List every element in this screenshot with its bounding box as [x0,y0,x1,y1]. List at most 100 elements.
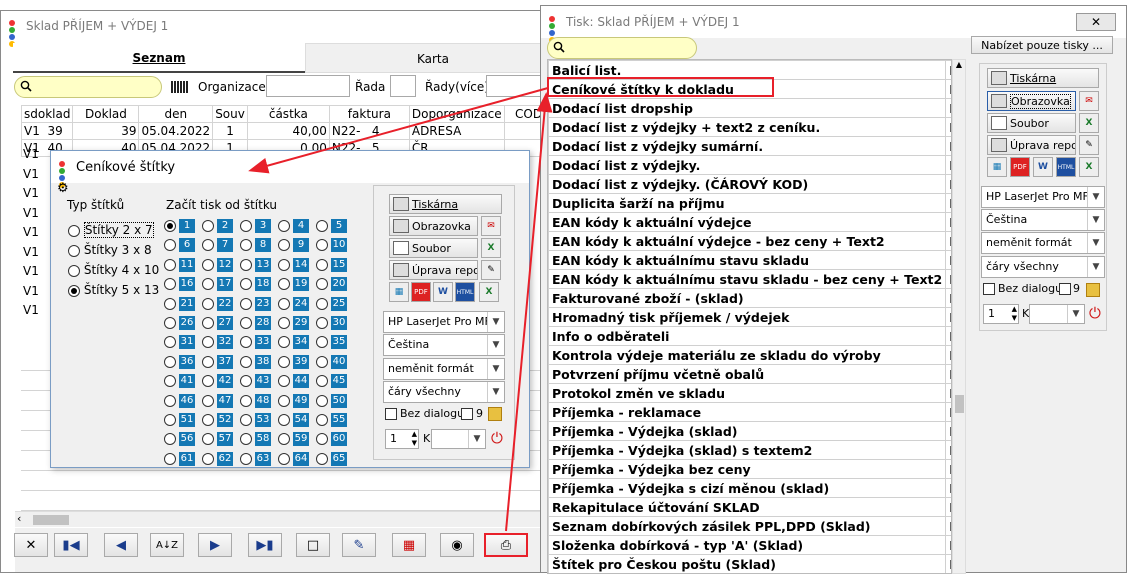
close-window-button[interactable]: ✕ [1076,13,1116,31]
report-row[interactable]: Příjemka - Výdejka bez cenyPVSKLA [548,459,951,479]
sort-button[interactable]: A↓Z [150,533,184,557]
label-cell[interactable]: 4 [278,217,316,236]
xls-export-icon[interactable]: X [1079,157,1099,177]
label-cell[interactable]: 26 [164,314,202,333]
report-row[interactable]: Fakturované zboží - (sklad)PVSKLA [548,288,951,308]
spinner-icon[interactable]: ▲ ▼ [1012,305,1017,323]
label-cell[interactable]: 10 [316,236,354,255]
label-cell[interactable]: 36 [164,353,202,372]
last-record-button[interactable]: ▶▮ [248,533,282,557]
labels-screen-button[interactable]: Obrazovka [389,216,478,236]
excel-icon[interactable]: X [481,238,501,258]
report-row[interactable]: Dodací list z výdejky sumární.PVSKLA [548,136,951,156]
report-designer-icon[interactable]: ✎ [1079,135,1099,155]
label-cell[interactable]: 18 [240,275,278,294]
type-option-2x7[interactable]: Štítky 2 x 7 [68,220,159,240]
label-cell[interactable]: 27 [202,314,240,333]
label-cell[interactable]: 64 [278,450,316,469]
label-cell[interactable]: 40 [316,353,354,372]
label-cell[interactable]: 45 [316,372,354,391]
scroll-thumb[interactable] [955,395,964,413]
labels-edit-report-button[interactable]: Úprava repor [389,260,478,280]
label-cell[interactable]: 61 [164,450,202,469]
label-cell[interactable]: 6 [164,236,202,255]
label-cell[interactable]: 31 [164,333,202,352]
print-edit-report-button[interactable]: Úprava repor [987,135,1076,155]
label-cell[interactable]: 3 [240,217,278,236]
label-cell[interactable]: 50 [316,392,354,411]
label-cell[interactable]: 51 [164,411,202,430]
report-row[interactable]: EAN kódy k aktuální výdejce - bez ceny +… [548,231,951,251]
label-cell[interactable]: 35 [316,333,354,352]
labels-k-select[interactable]: ▼ [431,429,486,449]
table-export-icon[interactable]: ▦ [389,282,409,302]
table-export-icon[interactable]: ▦ [987,157,1007,177]
spinner-icon[interactable]: ▲ ▼ [412,430,417,448]
xls-export-icon[interactable]: X [479,282,499,302]
next-record-button[interactable]: ▶ [198,533,232,557]
label-cell[interactable]: 49 [278,392,316,411]
report-row[interactable]: Info o odběrateliPVSKLA [548,326,951,346]
delete-record-icon[interactable]: ▦ [392,533,426,557]
report-row[interactable]: Příjemka - reklamacePVSKLA [548,402,951,422]
label-cell[interactable]: 16 [164,275,202,294]
label-cell[interactable]: 37 [202,353,240,372]
print-bez-dialogu-checkbox[interactable] [983,283,995,295]
label-cell[interactable]: 62 [202,450,240,469]
label-cell[interactable]: 42 [202,372,240,391]
prev-record-button[interactable]: ◀ [104,533,138,557]
label-cell[interactable]: 57 [202,430,240,449]
report-row[interactable]: EAN kódy k aktuálnímu stavu skladu - bez… [548,269,951,289]
labels-bez-dialogu-checkbox[interactable] [385,408,397,420]
label-cell[interactable]: 54 [278,411,316,430]
barcode-icon[interactable] [171,81,189,93]
label-cell[interactable]: 32 [202,333,240,352]
label-cell[interactable]: 60 [316,430,354,449]
organizace-input[interactable] [266,75,350,97]
labels-format-select[interactable]: neměnit formát ▼ [383,358,505,380]
label-cell[interactable]: 52 [202,411,240,430]
report-row[interactable]: Dodací list dropshipPVSKLA [548,98,951,118]
label-cell[interactable]: 55 [316,411,354,430]
report-row[interactable]: Seznam dobírkových zásilek PPL,DPD (Skla… [548,516,951,536]
label-cell[interactable]: 43 [240,372,278,391]
report-row[interactable]: Příjemka - Výdejka (sklad)PVSKLA [548,421,951,441]
labels-settings-icon[interactable] [488,407,502,421]
print-screen-button[interactable]: Obrazovka [987,91,1076,111]
label-cell[interactable]: 34 [278,333,316,352]
html-export-icon[interactable]: HTML [455,282,475,302]
label-cell[interactable]: 13 [240,256,278,275]
print-language-select[interactable]: Čeština ▼ [981,209,1105,231]
tab-karta[interactable]: Karta [305,43,561,73]
label-cell[interactable]: 56 [164,430,202,449]
print-button[interactable]: ⎙ [484,533,528,557]
col-faktura[interactable]: faktura [328,105,410,123]
label-cell[interactable]: 1 [164,217,202,236]
col-souv[interactable]: Souv [212,105,248,123]
tab-seznam[interactable]: Seznam [13,43,305,73]
label-cell[interactable]: 24 [278,295,316,314]
report-row[interactable]: Štítek pro Českou poštu (Sklad)PVSKLA [548,554,951,573]
horizontal-scrollbar[interactable]: ‹ [15,511,561,527]
report-row[interactable]: EAN kódy k aktuálnímu stavu skladuPVSKLA [548,250,951,270]
type-option-4x10[interactable]: Štítky 4 x 10 [68,260,159,280]
label-cell[interactable]: 22 [202,295,240,314]
labels-file-button[interactable]: Soubor [389,238,478,258]
email-icon[interactable]: ✉ [481,216,501,236]
power-icon[interactable]: ⏻ [1089,304,1101,322]
close-button[interactable]: ✕ [14,533,48,557]
label-cell[interactable]: 59 [278,430,316,449]
print-printer-button[interactable]: Tiskárna [987,68,1099,88]
label-cell[interactable]: 47 [202,392,240,411]
label-cell[interactable]: 12 [202,256,240,275]
report-row[interactable]: Rekapitulace účtování SKLADPVSKLA [548,497,951,517]
label-cell[interactable]: 58 [240,430,278,449]
power-icon[interactable]: ⏻ [491,429,503,447]
report-row[interactable]: Protokol změn ve skladuPVSKLA [548,383,951,403]
rada-input[interactable] [390,75,416,97]
report-row[interactable]: EAN kódy k aktuální výdejcePVSKLA [548,212,951,232]
find-icon[interactable]: ◉ [440,533,474,557]
label-cell[interactable]: 7 [202,236,240,255]
email-icon[interactable]: ✉ [1079,91,1099,111]
label-cell[interactable]: 14 [278,256,316,275]
